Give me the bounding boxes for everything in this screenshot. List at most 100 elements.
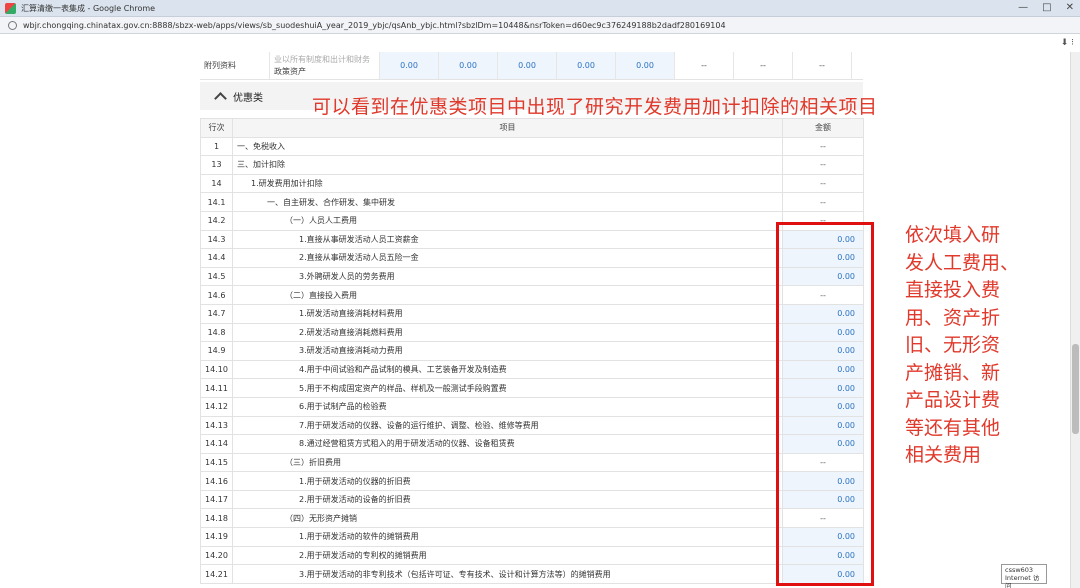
attachment-dash: -- (675, 52, 734, 79)
attachment-row: 附列资料 业以所有制度和出计和财务 政策资产 0.00 0.00 0.00 0.… (200, 52, 863, 80)
table-row: 14.19 1.用于研发活动的软件的摊销费用 0.00 (200, 527, 864, 547)
row-number: 14.12 (200, 396, 233, 417)
amount-cell: -- (782, 155, 864, 175)
row-item: 6.用于试制产品的检验费 (232, 396, 783, 417)
row-item: 2.用于研发活动的专利权的摊销费用 (232, 545, 783, 566)
attachment-sublabel: 业以所有制度和出计和财务 政策资产 (270, 52, 380, 79)
row-number: 14.10 (200, 359, 233, 380)
row-number: 14.18 (200, 508, 233, 529)
row-item: （四）无形资产摊销 (232, 508, 783, 529)
status-tag: cssw603 Internet 访问 (1001, 564, 1047, 588)
row-number: 14.9 (200, 341, 233, 361)
table-row: 13 三、加计扣除 -- (200, 155, 864, 175)
table-row: 14.7 1.研发活动直接消耗材料费用 0.00 (200, 303, 864, 324)
row-number: 14.6 (200, 285, 233, 305)
section-title: 优惠类 (233, 92, 263, 104)
row-item: 3.研发活动直接消耗动力费用 (232, 341, 783, 361)
row-item: 2.研发活动直接消耗燃料费用 (232, 322, 783, 343)
row-number: 14 (200, 173, 233, 194)
attachment-value[interactable]: 0.00 (498, 52, 557, 79)
toolstrip: ⬇ ⁝ (0, 34, 1080, 52)
row-number: 14.16 (200, 471, 233, 491)
table-row: 14.12 6.用于试制产品的检验费 0.00 (200, 396, 864, 417)
table-row: 1 一、免税收入 -- (200, 136, 864, 157)
annotation-side-line: 相关费用 (905, 444, 982, 466)
row-item: 1.用于研发活动的仪器的折旧费 (232, 471, 783, 491)
row-number: 14.13 (200, 415, 233, 436)
scrollbar-thumb[interactable] (1072, 344, 1079, 434)
toolstrip-icons[interactable]: ⬇ ⁝ (1061, 38, 1074, 48)
attachment-value[interactable]: 0.00 (380, 52, 439, 79)
table-row: 14.3 1.直接从事研发活动人员工资薪金 0.00 (200, 229, 864, 250)
row-item: 8.通过经营租赁方式租入的用于研发活动的仪器、设备租赁费 (232, 434, 783, 454)
attachment-value[interactable]: 0.00 (557, 52, 616, 79)
row-number: 14.17 (200, 489, 233, 510)
row-number: 14.7 (200, 303, 233, 324)
table-row: 14.16 1.用于研发活动的仪器的折旧费 0.00 (200, 471, 864, 491)
app-icon (5, 2, 16, 14)
header-amount: 金额 (782, 118, 864, 138)
highlight-box (776, 222, 874, 586)
row-number: 14.2 (200, 210, 233, 231)
table-row: 14.5 3.外聘研发人员的劳务费用 0.00 (200, 266, 864, 287)
header-item: 项目 (232, 118, 783, 138)
chevron-up-icon[interactable] (214, 92, 227, 105)
annotation-top: 可以看到在优惠类项目中出现了研究开发费用加计扣除的相关项目 (312, 96, 878, 118)
row-item: （一）人员人工费用 (232, 210, 783, 231)
table-row: 14.8 2.研发活动直接消耗燃料费用 0.00 (200, 322, 864, 343)
annotation-side-line: 产品设计费 (905, 389, 1001, 411)
row-number: 13 (200, 155, 233, 175)
table-row: 14.6 （二）直接投入费用 -- (200, 285, 864, 305)
close-button[interactable]: ✕ (1066, 2, 1074, 14)
row-number: 14.8 (200, 322, 233, 343)
maximize-button[interactable]: □ (1042, 2, 1051, 14)
row-item: 1.用于研发活动的软件的摊销费用 (232, 527, 783, 547)
attachment-value[interactable]: 0.00 (616, 52, 675, 79)
table-body: 1 一、免税收入 -- 13 三、加计扣除 -- 14 1.研发费用加计扣除 -- 14.1 一、自… (200, 136, 864, 584)
row-item: 3.外聘研发人员的劳务费用 (232, 266, 783, 287)
table-row: 14.2 （一）人员人工费用 -- (200, 210, 864, 231)
annotation-side-line: 产摊销、新 (905, 361, 1001, 384)
annotation-side: 依次填入研 发人工费用、 直接投入费 用、资产折 旧、无形资 产摊销、新 产品设计费 等还有其… (905, 222, 1045, 470)
table-row: 14.17 2.用于研发活动的设备的折旧费 0.00 (200, 489, 864, 510)
status-tag-line1: cssw603 (1005, 566, 1034, 574)
table-row: 14.10 4.用于中间试验和产品试制的模具、工艺装备开发及制造费 0.00 (200, 359, 864, 380)
attachment-sublabel-line2: 政策资产 (274, 66, 306, 76)
row-number: 14.21 (200, 564, 233, 584)
table-row: 14.21 3.用于研发活动的非专利技术（包括许可证、专有技术、设计和计算方法等）… (200, 564, 864, 584)
row-item: 1.直接从事研发活动人员工资薪金 (232, 229, 783, 250)
table-row: 14.1 一、自主研发、合作研发、集中研发 -- (200, 192, 864, 212)
table-row: 14.14 8.通过经营租赁方式租入的用于研发活动的仪器、设备租赁费 0.00 (200, 434, 864, 454)
row-number: 14.19 (200, 527, 233, 547)
attachment-value[interactable]: 0.00 (439, 52, 498, 79)
row-number: 14.15 (200, 452, 233, 473)
annotation-side-line: 用、资产折 (905, 306, 1001, 329)
info-icon[interactable] (8, 20, 17, 30)
attachment-dash: -- (793, 52, 852, 79)
row-item: （二）直接投入费用 (232, 285, 783, 305)
amount-cell: -- (782, 192, 864, 212)
preferential-table: 行次 项目 金额 1 一、免税收入 -- 13 三、加计扣除 -- 14 1.研发费用加计扣除… (200, 118, 864, 584)
window-titlebar: 汇算清缴一表集成 - Google Chrome — □ ✕ (0, 0, 1080, 17)
row-item: 一、自主研发、合作研发、集中研发 (232, 192, 783, 212)
row-number: 14.5 (200, 266, 233, 287)
table-row: 14.9 3.研发活动直接消耗动力费用 0.00 (200, 341, 864, 361)
attachment-sublabel-line1: 业以所有制度和出计和财务 (274, 54, 370, 64)
row-number: 14.3 (200, 229, 233, 250)
annotation-side-line: 直接投入费 (905, 279, 1001, 301)
row-item: 5.用于不构成固定资产的样品、样机及一般测试手段购置费 (232, 378, 783, 398)
row-item: 2.直接从事研发活动人员五险一金 (232, 248, 783, 268)
table-row: 14.4 2.直接从事研发活动人员五险一金 0.00 (200, 248, 864, 268)
table-row: 14.20 2.用于研发活动的专利权的摊销费用 0.00 (200, 545, 864, 566)
row-item: 4.用于中间试验和产品试制的模具、工艺装备开发及制造费 (232, 359, 783, 380)
row-item: 2.用于研发活动的设备的折旧费 (232, 489, 783, 510)
annotation-side-line: 依次填入研 (905, 224, 1001, 246)
row-number: 14.11 (200, 378, 233, 398)
row-item: 1.研发费用加计扣除 (232, 173, 783, 194)
minimize-button[interactable]: — (1018, 2, 1028, 14)
vertical-scrollbar[interactable] (1070, 52, 1080, 588)
address-bar[interactable]: wbjr.chongqing.chinatax.gov.cn:8888/sbzx… (0, 17, 1080, 34)
row-item: （三）折旧费用 (232, 452, 783, 473)
url-text[interactable]: wbjr.chongqing.chinatax.gov.cn:8888/sbzx… (23, 21, 726, 30)
row-number: 14.14 (200, 434, 233, 454)
